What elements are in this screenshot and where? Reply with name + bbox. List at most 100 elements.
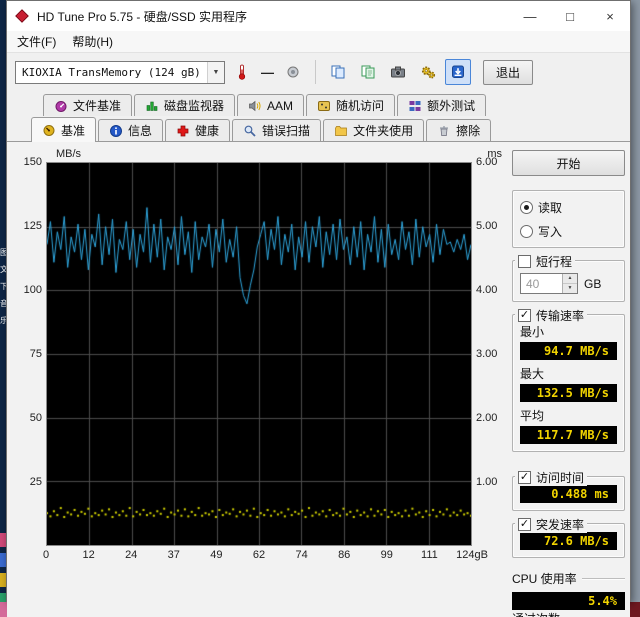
menu-bar: 文件(F) 帮助(H)	[7, 31, 630, 53]
screenshot-camera-button[interactable]	[385, 59, 411, 85]
file-benchmark-icon	[55, 100, 67, 112]
copy-screenshot-button[interactable]	[325, 59, 351, 85]
temperature-value: —	[261, 64, 274, 80]
tab-label: 信息	[128, 124, 153, 138]
tab-label: 磁盘监视器	[164, 99, 225, 113]
tab-row-primary: 基准 信息 健康 错误扫描 文件夹使用 擦除	[7, 116, 630, 142]
tab-erase[interactable]: 擦除	[426, 119, 492, 141]
checkbox-checked-icon	[518, 471, 531, 484]
exit-button[interactable]: 退出	[483, 59, 534, 85]
gb-label: GB	[584, 276, 602, 291]
plot-frame	[46, 162, 472, 546]
minimize-button[interactable]: —	[510, 1, 550, 31]
folder-icon	[335, 125, 347, 136]
checkbox-checked-icon	[518, 518, 531, 531]
extra-tests-icon	[409, 100, 421, 111]
pass-count-label: 通过次数	[512, 610, 560, 617]
tab-label: 健康	[195, 124, 220, 138]
tab-file-benchmark[interactable]: 文件基准	[43, 94, 133, 116]
health-cross-icon	[177, 125, 189, 136]
spinner: ▲ ▼	[562, 274, 577, 293]
write-label: 写入	[538, 225, 563, 239]
chevron-down-icon[interactable]: ▼	[207, 61, 224, 83]
drive-select-value: KIOXIA TransMemory (124 gB)	[22, 65, 201, 79]
tab-folder-usage[interactable]: 文件夹使用	[323, 119, 425, 141]
divider	[581, 577, 625, 580]
checkbox-checked-icon	[518, 309, 531, 322]
y-axis-right: 6.00 5.00 4.00 3.00 2.00 1.00	[476, 156, 498, 488]
spinner-up-icon[interactable]: ▲	[563, 274, 577, 284]
temperature-icon	[229, 59, 255, 85]
transfer-rate-label: 传输速率	[536, 309, 585, 323]
checkbox-icon	[518, 255, 531, 268]
short-stroke-checkbox[interactable]: 短行程	[518, 253, 572, 270]
access-time-display: 0.488 ms	[520, 485, 617, 503]
drive-select[interactable]: KIOXIA TransMemory (124 gB) ▼	[15, 60, 225, 84]
trash-icon	[440, 125, 449, 136]
radio-icon	[520, 225, 533, 238]
dice-icon	[318, 100, 331, 111]
tab-info[interactable]: 信息	[98, 119, 164, 141]
transfer-rate-checkbox[interactable]: 传输速率	[518, 307, 584, 324]
y-axis-unit-left: MB/s	[56, 148, 82, 160]
cpu-usage-label: CPU 使用率	[512, 572, 577, 586]
save-download-button[interactable]	[445, 59, 471, 85]
tab-label: 基准	[61, 123, 86, 138]
min-label: 最小	[520, 325, 545, 339]
tab-label: AAM	[267, 98, 294, 113]
short-stroke-size-input[interactable]: 40 ▲ ▼	[520, 273, 578, 294]
tab-label: 文件夹使用	[353, 124, 414, 138]
control-panel: 开始 读取 写入 短行程 40 ▲ ▼ GB ✓ 传输速率 最小 94.7 MB…	[512, 148, 625, 617]
tab-benchmark[interactable]: 基准	[31, 117, 97, 142]
write-radio[interactable]: 写入	[520, 223, 617, 240]
burst-rate-checkbox[interactable]: 突发速率	[518, 516, 584, 533]
tab-row-secondary: 文件基准 磁盘监视器 AAM 随机访问 额外测试	[7, 91, 630, 116]
window-title: HD Tune Pro 5.75 - 硬盘/SSD 实用程序	[37, 9, 248, 24]
read-label: 读取	[538, 201, 563, 215]
tab-label: 擦除	[456, 124, 481, 138]
tab-extra-tests[interactable]: 额外测试	[397, 94, 487, 116]
copy-results-button[interactable]	[355, 59, 381, 85]
short-stroke-group: 短行程 40 ▲ ▼ GB	[512, 253, 625, 302]
access-time-group: 访问时间 0.488 ms	[512, 469, 625, 511]
access-time-checkbox[interactable]: 访问时间	[518, 469, 584, 486]
magnifier-icon	[244, 125, 256, 137]
burst-rate-group: 突发速率 72.6 MB/s	[512, 516, 625, 558]
chart-area: MB/s ms 150 125 100 75 50 25 6.00 5.00 4.00 3.00…	[12, 148, 504, 617]
tab-error-scan[interactable]: 错误扫描	[232, 119, 322, 141]
tab-random-access[interactable]: 随机访问	[306, 94, 396, 116]
app-icon	[15, 9, 29, 23]
burst-rate-label: 突发速率	[536, 518, 585, 532]
tab-label: 错误扫描	[262, 124, 311, 138]
close-button[interactable]: ×	[590, 1, 630, 31]
hdtune-window: HD Tune Pro 5.75 - 硬盘/SSD 实用程序 — □ × 文件(…	[6, 0, 631, 617]
benchmark-plot	[47, 163, 471, 545]
tab-aam[interactable]: AAM	[237, 94, 305, 116]
menu-file[interactable]: 文件(F)	[9, 30, 64, 53]
cpu-usage-display: 5.4%	[512, 592, 625, 610]
info-icon	[110, 124, 123, 137]
title-bar[interactable]: HD Tune Pro 5.75 - 硬盘/SSD 实用程序 — □ ×	[7, 1, 630, 31]
chart-units: MB/s ms	[12, 148, 504, 162]
maximize-button[interactable]: □	[550, 1, 590, 31]
speaker-icon	[249, 100, 261, 111]
radio-selected-icon	[520, 201, 533, 214]
y-axis-left: 150 125 100 75 50 25	[23, 156, 42, 488]
min-value-display: 94.7 MB/s	[520, 342, 617, 360]
short-stroke-size-value: 40	[526, 276, 540, 291]
start-button[interactable]: 开始	[512, 150, 625, 176]
pass-count-section: 通过次数	[512, 610, 625, 617]
short-stroke-label: 短行程	[536, 255, 573, 269]
spinner-down-icon[interactable]: ▼	[563, 284, 577, 293]
tab-health[interactable]: 健康	[165, 119, 231, 141]
menu-help[interactable]: 帮助(H)	[64, 30, 121, 53]
transfer-rate-group: 传输速率 最小 94.7 MB/s 最大 132.5 MB/s 平均 117.7…	[512, 307, 625, 452]
access-time-label: 访问时间	[536, 471, 585, 485]
disk-monitor-icon	[146, 101, 158, 111]
tab-disk-monitor[interactable]: 磁盘监视器	[134, 94, 236, 116]
max-value-display: 132.5 MB/s	[520, 384, 617, 402]
benchmark-gauge-icon	[43, 125, 55, 136]
tab-label: 额外测试	[427, 99, 476, 113]
settings-gears-button[interactable]	[415, 59, 441, 85]
read-radio[interactable]: 读取	[520, 199, 617, 216]
